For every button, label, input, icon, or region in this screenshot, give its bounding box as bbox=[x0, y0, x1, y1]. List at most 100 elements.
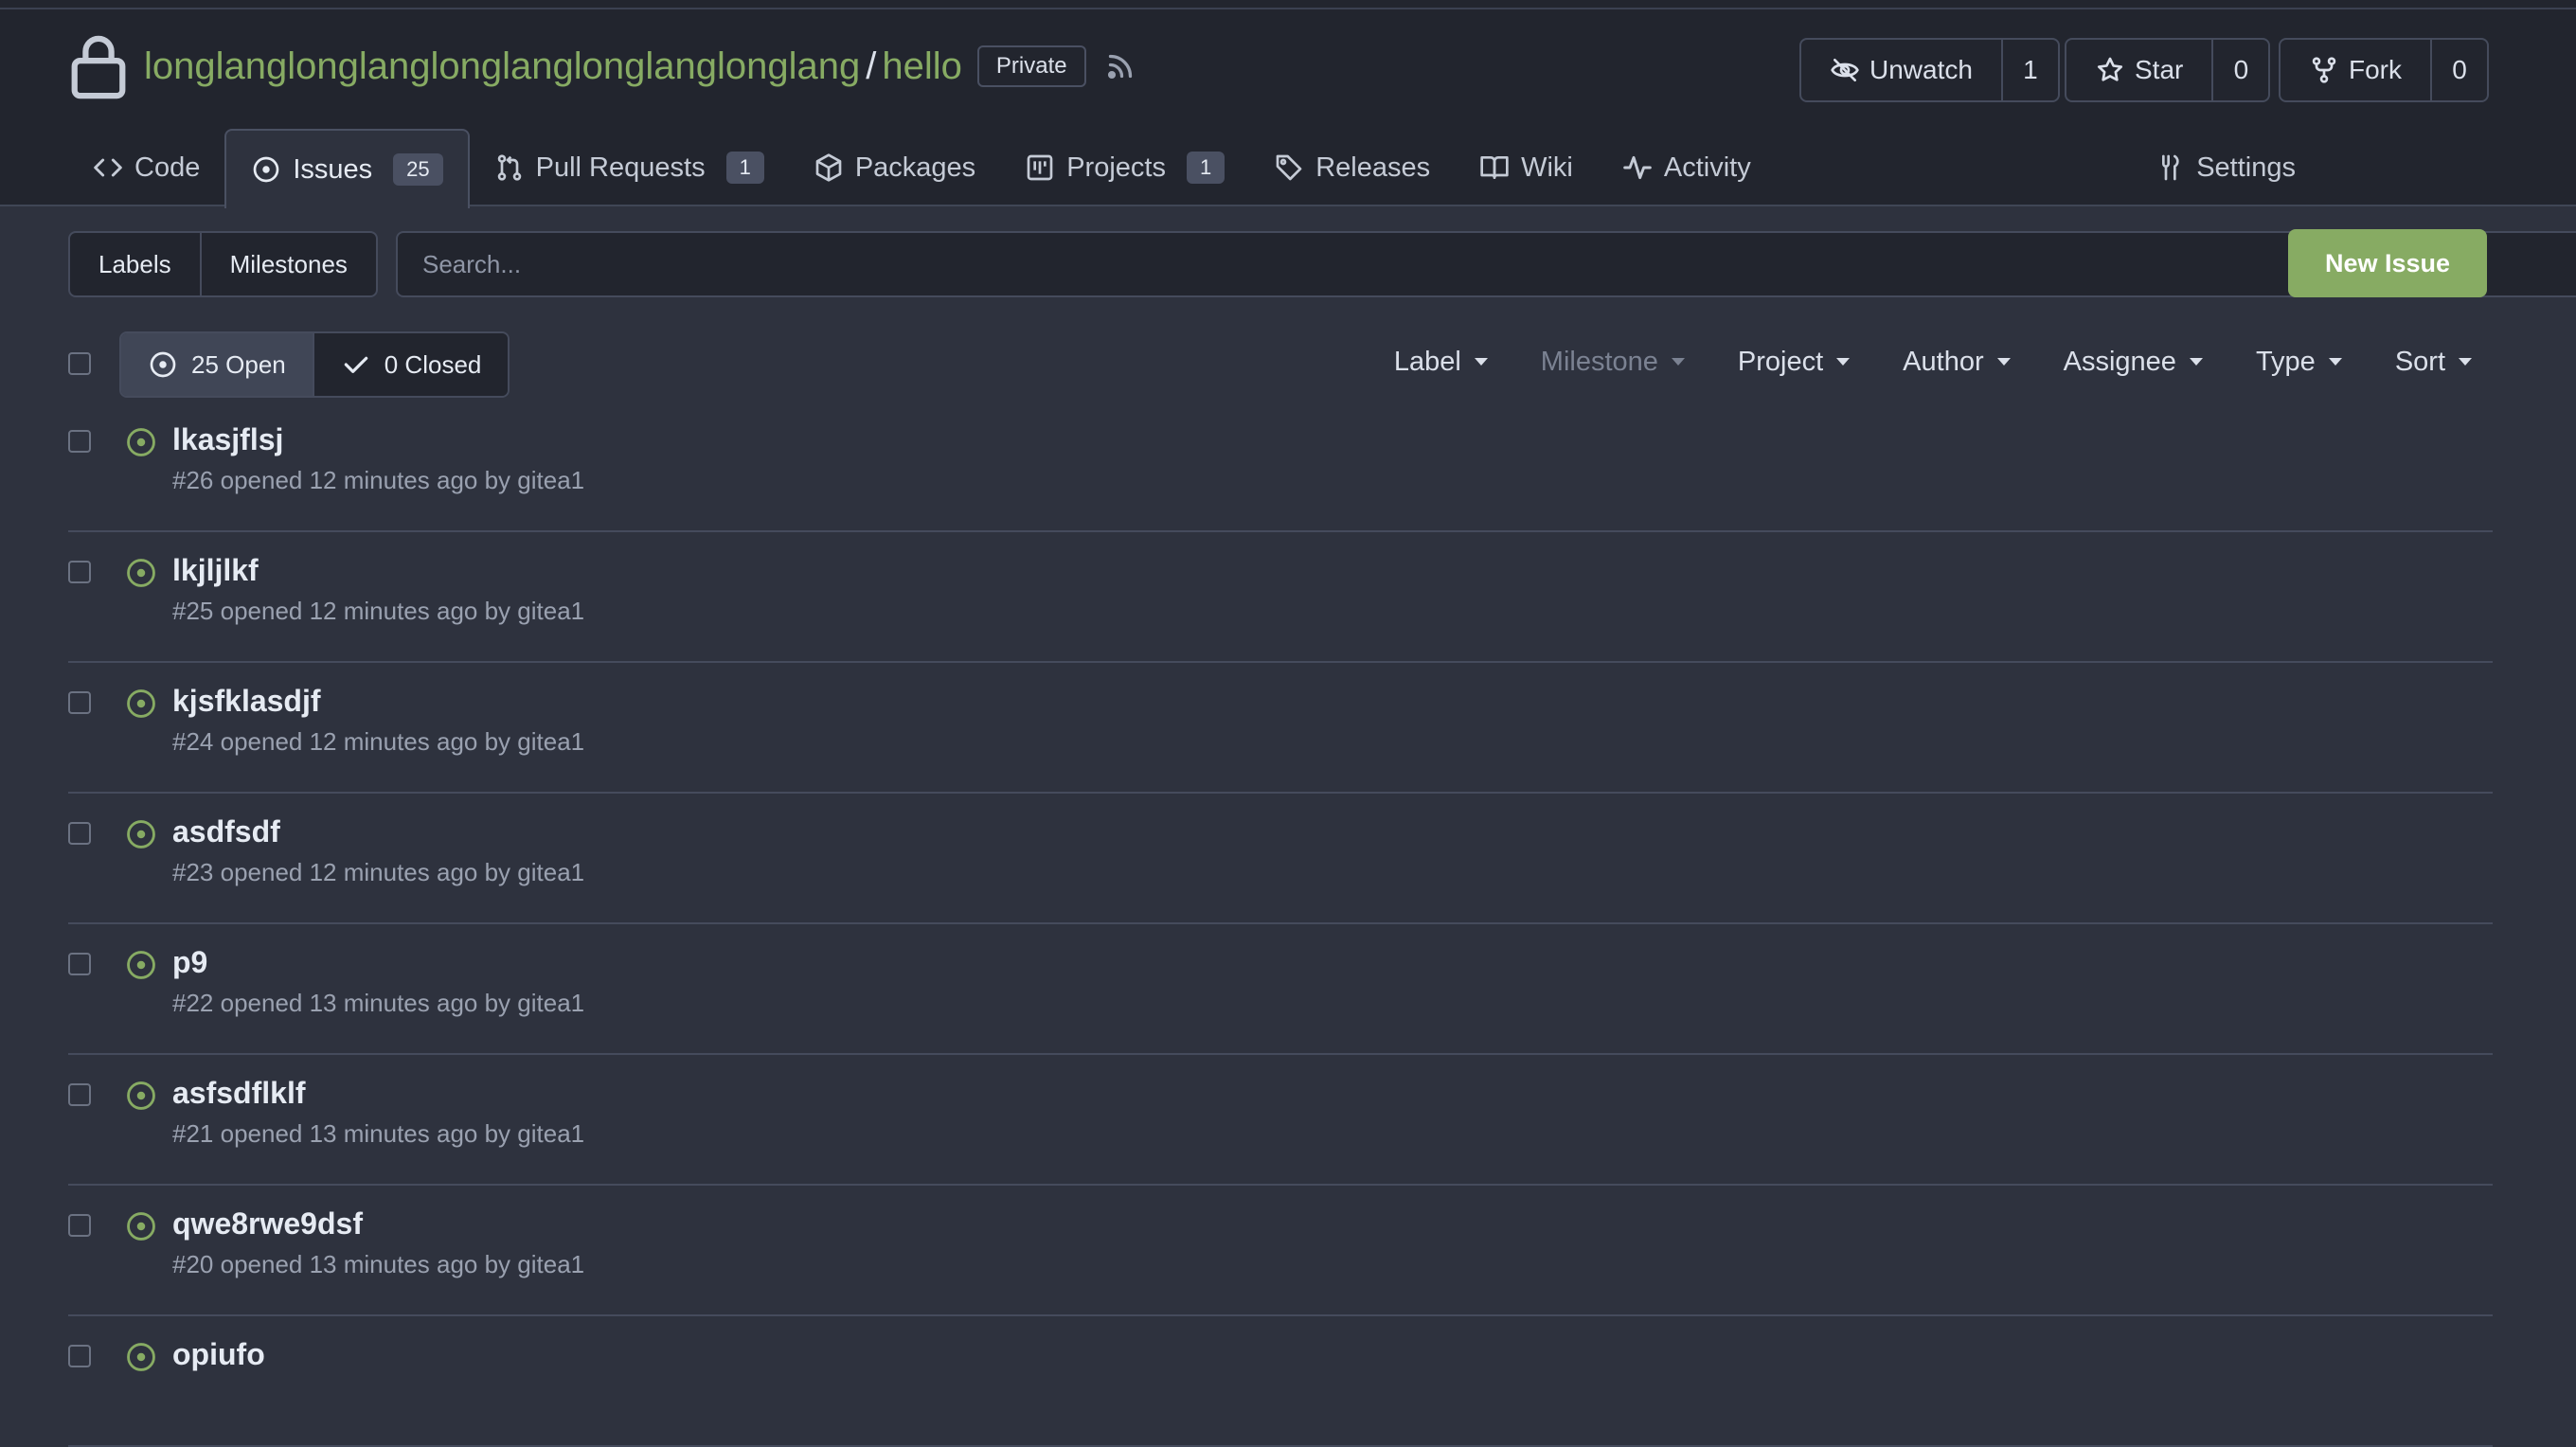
eye-closed-icon bbox=[1831, 59, 1859, 81]
rss-icon[interactable] bbox=[1103, 49, 1137, 83]
star-label: Star bbox=[2135, 55, 2184, 84]
closed-issues-button[interactable]: 0 Closed bbox=[312, 333, 509, 396]
fork-icon bbox=[2312, 57, 2336, 83]
issue-row: qwe8rwe9dsf #20 opened 13 minutes ago by… bbox=[68, 1186, 2493, 1316]
issue-title-link[interactable]: p9 bbox=[172, 945, 207, 980]
chevron-down-icon bbox=[1474, 358, 1488, 366]
issue-open-icon bbox=[127, 1343, 155, 1371]
issue-checkbox[interactable] bbox=[68, 430, 91, 453]
sort-filter[interactable]: Sort bbox=[2395, 347, 2472, 378]
repo-owner-link[interactable]: longlanglonglanglonglanglonglanglonglang bbox=[144, 45, 860, 88]
tab-code[interactable]: Code bbox=[68, 129, 224, 206]
issue-checkbox[interactable] bbox=[68, 953, 91, 975]
project-icon bbox=[1027, 154, 1053, 181]
tab-projects-label: Projects bbox=[1066, 152, 1166, 183]
tag-icon bbox=[1276, 154, 1302, 181]
forks-count[interactable]: 0 bbox=[2432, 40, 2487, 100]
author-filter[interactable]: Author bbox=[1903, 346, 2011, 378]
fork-button-group: Fork 0 bbox=[2279, 38, 2489, 102]
issue-checkbox[interactable] bbox=[68, 822, 91, 845]
top-border bbox=[0, 0, 2576, 9]
star-button[interactable]: Star bbox=[2066, 40, 2214, 100]
issue-checkbox[interactable] bbox=[68, 1083, 91, 1106]
tab-settings[interactable]: Settings bbox=[2155, 129, 2296, 206]
projects-count-badge: 1 bbox=[1186, 152, 1225, 184]
issue-title-link[interactable]: opiufo bbox=[172, 1337, 265, 1372]
tab-issues[interactable]: Issues 25 bbox=[224, 129, 470, 208]
chevron-down-icon bbox=[2189, 358, 2203, 366]
select-all-checkbox[interactable] bbox=[68, 352, 91, 375]
tab-activity-label: Activity bbox=[1663, 152, 1751, 183]
tab-projects[interactable]: Projects 1 bbox=[1000, 129, 1249, 206]
milestones-button[interactable]: Milestones bbox=[199, 233, 376, 295]
open-issues-button[interactable]: 25 Open bbox=[121, 333, 313, 396]
issue-meta: #24 opened 12 minutes ago by gitea1 bbox=[172, 727, 585, 756]
issue-meta: #26 opened 12 minutes ago by gitea1 bbox=[172, 466, 585, 494]
search-input[interactable] bbox=[398, 233, 2576, 295]
issue-open-icon bbox=[127, 689, 155, 718]
type-filter[interactable]: Type bbox=[2256, 347, 2342, 378]
issue-title-link[interactable]: asfsdflklf bbox=[172, 1076, 305, 1111]
fork-button[interactable]: Fork bbox=[2281, 40, 2432, 100]
issue-checkbox[interactable] bbox=[68, 691, 91, 714]
star-icon bbox=[2097, 57, 2123, 81]
tab-code-label: Code bbox=[134, 152, 201, 183]
tab-releases-label: Releases bbox=[1315, 152, 1431, 183]
open-issues-label: 25 Open bbox=[191, 349, 286, 379]
issue-checkbox[interactable] bbox=[68, 561, 91, 583]
issue-meta: #23 opened 12 minutes ago by gitea1 bbox=[172, 858, 585, 886]
check-icon bbox=[344, 356, 368, 373]
watch-button-group: Unwatch 1 bbox=[1799, 38, 2060, 102]
issues-count-badge: 25 bbox=[393, 153, 443, 186]
issue-checkbox[interactable] bbox=[68, 1214, 91, 1237]
issue-row: lkjljlkf #25 opened 12 minutes ago by gi… bbox=[68, 532, 2493, 663]
code-icon bbox=[94, 158, 122, 177]
new-issue-button[interactable]: New Issue bbox=[2288, 229, 2487, 297]
author-filter-label: Author bbox=[1903, 346, 1984, 377]
type-filter-label: Type bbox=[2255, 346, 2316, 377]
tab-settings-label: Settings bbox=[2196, 152, 2296, 183]
tab-activity[interactable]: Activity bbox=[1598, 129, 1776, 206]
issue-row: asdfsdf #23 opened 12 minutes ago by git… bbox=[68, 794, 2493, 924]
issue-open-icon bbox=[127, 559, 155, 587]
issue-checkbox[interactable] bbox=[68, 1345, 91, 1367]
issue-row: kjsfklasdjf #24 opened 12 minutes ago by… bbox=[68, 663, 2493, 794]
milestone-filter-label: Milestone bbox=[1540, 346, 1658, 377]
issue-title-link[interactable]: lkjljlkf bbox=[172, 553, 259, 588]
unwatch-button[interactable]: Unwatch bbox=[1801, 40, 2003, 100]
issue-meta: #20 opened 13 minutes ago by gitea1 bbox=[172, 1250, 585, 1278]
labels-button[interactable]: Labels bbox=[70, 233, 200, 295]
fork-label: Fork bbox=[2349, 55, 2402, 84]
tab-packages-label: Packages bbox=[854, 152, 976, 183]
issue-meta: #21 opened 13 minutes ago by gitea1 bbox=[172, 1119, 585, 1148]
issue-title-link[interactable]: kjsfklasdjf bbox=[172, 684, 321, 719]
stars-count[interactable]: 0 bbox=[2213, 40, 2268, 100]
issue-title-link[interactable]: qwe8rwe9dsf bbox=[172, 1206, 363, 1242]
chevron-down-icon bbox=[1836, 358, 1851, 366]
star-button-group: Star 0 bbox=[2065, 38, 2271, 102]
issue-row: lkasjflsj #26 opened 12 minutes ago by g… bbox=[68, 402, 2493, 532]
label-filter-label: Label bbox=[1393, 346, 1461, 377]
package-icon bbox=[815, 153, 842, 182]
issue-open-icon bbox=[127, 1212, 155, 1241]
issue-title-link[interactable]: asdfsdf bbox=[172, 814, 280, 849]
issue-row: p9 #22 opened 13 minutes ago by gitea1 bbox=[68, 924, 2493, 1055]
project-filter[interactable]: Project bbox=[1738, 347, 1851, 378]
watchers-count[interactable]: 1 bbox=[2003, 40, 2058, 100]
milestone-filter: Milestone bbox=[1541, 347, 1685, 378]
issue-title-link[interactable]: lkasjflsj bbox=[172, 422, 283, 457]
filter-bar: Label Milestone Project Author Assignee … bbox=[1341, 341, 2472, 383]
pulse-icon bbox=[1623, 155, 1652, 180]
assignee-filter[interactable]: Assignee bbox=[2064, 347, 2203, 378]
sort-filter-label: Sort bbox=[2394, 346, 2445, 377]
issue-open-icon bbox=[127, 1081, 155, 1110]
tab-releases[interactable]: Releases bbox=[1249, 129, 1455, 206]
book-icon bbox=[1480, 156, 1509, 179]
issue-search bbox=[396, 231, 2576, 297]
tab-wiki[interactable]: Wiki bbox=[1455, 129, 1598, 206]
tab-packages[interactable]: Packages bbox=[789, 129, 1000, 206]
repo-name-link[interactable]: hello bbox=[882, 45, 962, 88]
tab-pull-requests[interactable]: Pull Requests 1 bbox=[470, 129, 789, 206]
issue-open-icon bbox=[253, 156, 279, 183]
label-filter[interactable]: Label bbox=[1394, 347, 1488, 378]
